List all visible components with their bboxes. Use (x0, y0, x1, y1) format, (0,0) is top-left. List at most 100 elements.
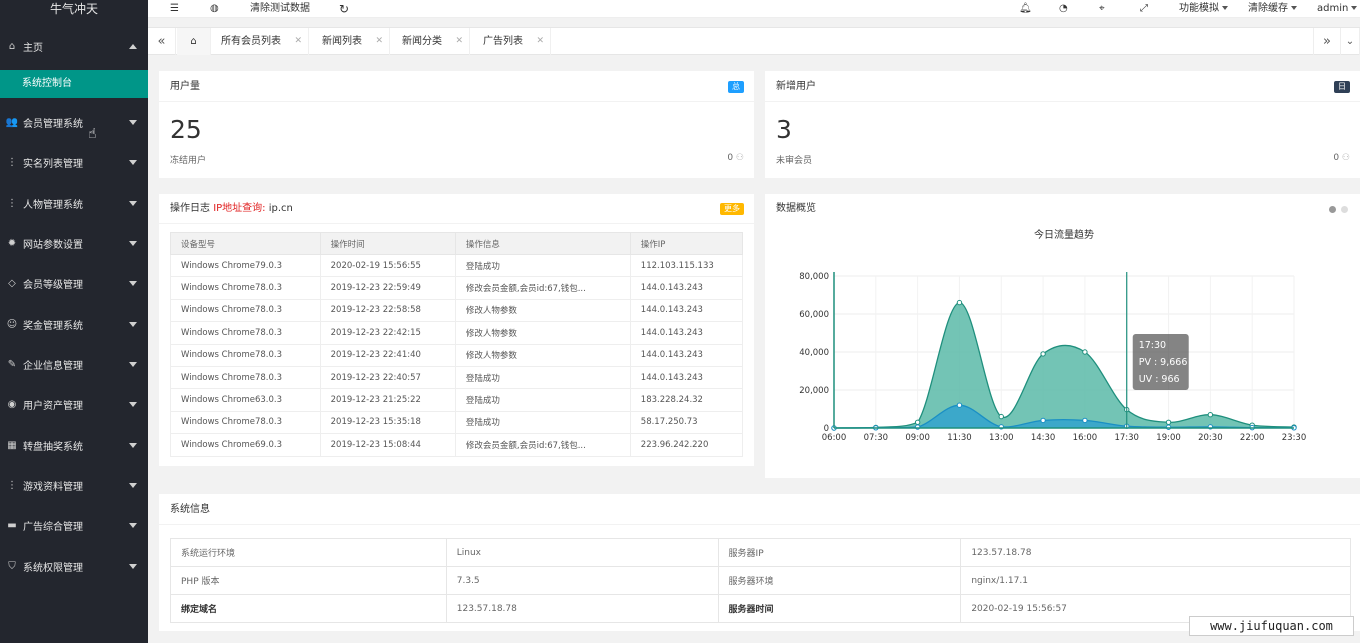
series-point-pv (998, 413, 1004, 420)
menu-toggle-icon[interactable]: ☰ (170, 0, 179, 18)
table-cell: 登陆成功 (454, 388, 631, 412)
dots-icon: ⋮ (7, 197, 17, 209)
tab-label: 广告列表 (483, 36, 523, 47)
table-cell: 修改人物参数 (454, 321, 631, 345)
table-cell: Linux (445, 538, 719, 567)
user-menu[interactable]: admin (1317, 0, 1358, 18)
grid-icon: ▦ (7, 439, 17, 451)
chevron-down-icon (129, 401, 137, 407)
sidebar-item-label: 广告综合管理 (23, 521, 83, 533)
table-cell: Windows Chrome78.0.3 (170, 276, 321, 300)
watermark: www.jiufuquan.com (1189, 616, 1354, 636)
series-point-pv (1207, 412, 1214, 418)
close-icon[interactable]: ✕ (455, 28, 463, 55)
top-header: ☰ ◍ 清除测试数据 ↻ 🔔︎ ◔ ⌖ ⤢ 功能模拟 清除缓存 admin (148, 0, 1360, 18)
chevron-down-icon (129, 361, 137, 367)
gear-icon: ✹ (7, 237, 17, 249)
table-cell: 112.103.115.133 (629, 253, 744, 278)
sidebar-item-9[interactable]: ▦ 转盘抽奖系统 (0, 425, 148, 465)
table-cell: Windows Chrome78.0.3 (170, 343, 321, 367)
sidebar-item-1[interactable]: 👥 会员管理系统 (0, 102, 148, 142)
operation-log-table: 设备型号 操作时间 操作信息 操作IP Windows Chrome79.0.3 202… (170, 232, 744, 457)
home-icon: ⌂ (8, 40, 16, 52)
unreviewed-members-value: 0 ⚇ (1333, 153, 1350, 163)
tabs-scroll-left-icon[interactable]: « (148, 28, 176, 55)
sidebar-item-5[interactable]: ◇ 会员等级管理 (0, 263, 148, 303)
x-tick-label: 22:00 (1240, 433, 1265, 443)
carousel-dot-active[interactable] (1329, 206, 1336, 213)
sidebar-item-3[interactable]: ⋮ 人物管理系统 (0, 183, 148, 223)
theme-icon[interactable]: ◔ (1059, 0, 1068, 18)
sidebar-item-2[interactable]: ⋮ 实名列表管理 (0, 142, 148, 182)
table-cell: 服务器环境 (717, 566, 962, 595)
sidebar-item-7[interactable]: ✎ 企业信息管理 (0, 344, 148, 384)
dots-icon: ⋮ (7, 479, 17, 491)
log-column-header: 操作IP (629, 232, 744, 255)
ip-query-link[interactable]: ip.cn (269, 203, 293, 214)
sidebar-item-10[interactable]: ⋮ 游戏资料管理 (0, 465, 148, 505)
table-cell: nginx/1.17.1 (960, 566, 1351, 595)
table-cell: 2019-12-23 22:40:57 (319, 365, 456, 390)
tab-news-category[interactable]: 新闻分类 ✕ (390, 28, 470, 55)
table-cell: 2019-12-23 22:42:15 (319, 321, 456, 345)
bell-icon[interactable]: 🔔︎ (1019, 0, 1032, 18)
table-cell: 144.0.143.243 (629, 298, 744, 323)
tab-news-list[interactable]: 新闻列表 ✕ (309, 28, 390, 55)
close-icon[interactable]: ✕ (375, 28, 383, 55)
tab-home[interactable]: ⌂ (177, 28, 211, 55)
series-point-uv (956, 402, 963, 408)
x-tick-label: 06:00 (822, 433, 847, 443)
table-cell: 修改人物参数 (454, 343, 631, 367)
tab-member-list[interactable]: 所有会员列表 ✕ (211, 28, 309, 55)
table-cell: Windows Chrome79.0.3 (170, 253, 321, 278)
x-tick-label: 13:00 (989, 433, 1014, 443)
new-users-card-title: 新增用户 (765, 71, 1360, 102)
x-tick-label: 23:30 (1282, 433, 1307, 443)
table-cell: Windows Chrome69.0.3 (170, 433, 321, 457)
close-icon[interactable]: ✕ (294, 28, 302, 55)
table-cell: 144.0.143.243 (629, 365, 744, 390)
total-badge: 总 (728, 81, 744, 93)
clear-cache-menu[interactable]: 清除缓存 (1248, 0, 1297, 18)
close-icon[interactable]: ✕ (536, 28, 544, 55)
sidebar-item-12[interactable]: ⛉ 系统权限管理 (0, 546, 148, 586)
tooltip-text: PV : 9,666 (1139, 357, 1188, 368)
fullscreen-icon[interactable]: ⤢ (1140, 0, 1148, 18)
table-cell: 58.17.250.73 (629, 410, 744, 435)
sidebar-item-label: 人物管理系统 (23, 199, 83, 211)
sidebar-item-11[interactable]: ▬ 广告综合管理 (0, 505, 148, 545)
series-point-pv (956, 299, 963, 306)
sidebar-item-4[interactable]: ✹ 网站参数设置 (0, 223, 148, 263)
globe-icon[interactable]: ◍ (210, 0, 219, 18)
operation-log-card: 操作日志 IP地址查询: ip.cn 更多 设备型号 操作时间 操作信息 操作IP W… (159, 194, 754, 466)
tabs-scroll-right-icon[interactable]: » (1313, 28, 1341, 55)
x-tick-label: 16:00 (1073, 433, 1098, 443)
unreviewed-members-count: 0 (1333, 153, 1340, 163)
system-info-title: 系统信息 (159, 494, 1360, 525)
series-point-uv (1165, 424, 1172, 430)
log-card-title: 操作日志 IP地址查询: ip.cn (159, 194, 754, 224)
sidebar-item-0[interactable]: ⌂ 主页 (0, 26, 148, 66)
users-icon: 👥 (5, 116, 19, 128)
table-cell: 修改人物参数 (454, 298, 631, 323)
y-tick-label: 40,000 (799, 348, 829, 358)
sidebar-item-6[interactable]: ☺ 奖金管理系统 (0, 304, 148, 344)
clear-test-data-button[interactable]: 清除测试数据 (250, 0, 310, 18)
carousel-dot[interactable] (1341, 206, 1348, 213)
sidebar-sub-item-console[interactable]: 系统控制台 (0, 70, 148, 98)
sidebar-item-label: 主页 (23, 42, 43, 54)
tag-icon[interactable]: ⌖ (1099, 0, 1105, 18)
tab-bar: « ⌂ 所有会员列表 ✕ 新闻列表 ✕ 新闻分类 ✕ 广告列表 ✕ » ⌄ (148, 27, 1360, 55)
chevron-down-icon (129, 321, 137, 327)
table-cell: PHP 版本 (170, 566, 447, 595)
tab-ad-list[interactable]: 广告列表 ✕ (470, 28, 551, 55)
function-mode-label: 功能模拟 (1179, 3, 1219, 14)
daily-badge: 日 (1334, 81, 1350, 93)
refresh-icon[interactable]: ↻ (339, 0, 349, 18)
log-table-header: 设备型号 操作时间 操作信息 操作IP (170, 232, 744, 255)
tabs-options-icon[interactable]: ⌄ (1341, 28, 1360, 55)
sidebar-item-label: 系统权限管理 (23, 562, 83, 574)
more-badge[interactable]: 更多 (720, 203, 744, 215)
sidebar-item-8[interactable]: ◉ 用户资产管理 (0, 384, 148, 424)
function-mode-menu[interactable]: 功能模拟 (1179, 0, 1228, 18)
